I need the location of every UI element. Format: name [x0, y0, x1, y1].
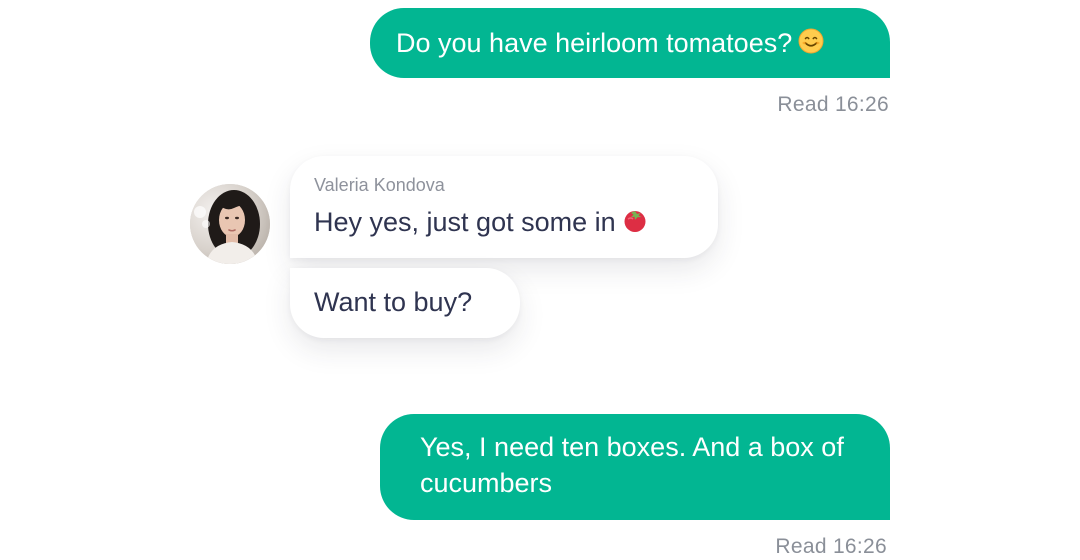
outgoing-message-bubble[interactable]: Do you have heirloom tomatoes?: [370, 8, 890, 78]
incoming-message-bubble[interactable]: Valeria Kondova Hey yes, just got some i…: [290, 156, 718, 258]
message-text: Hey yes, just got some in: [314, 207, 616, 237]
outgoing-message-bubble[interactable]: Yes, I need ten boxes. And a box of cucu…: [380, 414, 890, 520]
chat-thread: Do you have heirloom tomatoes? Read 16:2…: [0, 0, 1080, 560]
message-status: Read 16:26: [777, 93, 889, 116]
sender-name: Valeria Kondova: [314, 175, 445, 195]
incoming-message-bubble[interactable]: Want to buy?: [290, 268, 520, 338]
message-text: Yes, I need ten boxes. And a box of cucu…: [420, 432, 844, 498]
message-text: Do you have heirloom tomatoes?: [396, 28, 793, 58]
message-text: Want to buy?: [314, 287, 473, 317]
avatar[interactable]: [190, 184, 270, 264]
message-status: Read 16:26: [775, 535, 887, 558]
smiling-face-icon: [798, 27, 824, 63]
tomato-icon: [622, 206, 648, 242]
